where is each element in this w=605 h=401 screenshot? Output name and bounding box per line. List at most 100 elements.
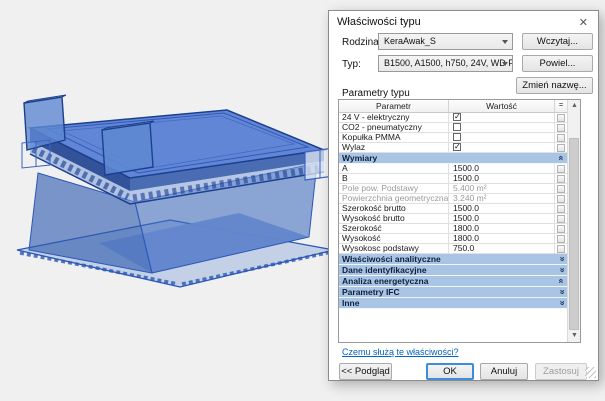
- param-name: Szerokość brutto: [339, 204, 449, 213]
- chevron-up-icon[interactable]: «: [557, 155, 565, 160]
- associate-button-icon: [557, 114, 565, 122]
- param-row: Wysokość brutto1500.0: [339, 214, 567, 224]
- associate-family-parameter-button[interactable]: [555, 113, 567, 122]
- associate-button-icon: [557, 225, 565, 233]
- param-group-row[interactable]: Analiza energetyczna«: [339, 276, 567, 287]
- param-group-row[interactable]: Parametry IFC«: [339, 287, 567, 298]
- param-value-cell[interactable]: 1500.0: [449, 174, 555, 183]
- checkbox-checked[interactable]: ✓: [453, 113, 461, 121]
- param-row: CO2 - pneumatyczny: [339, 123, 567, 133]
- param-name: Wysokość brutto: [339, 214, 449, 223]
- checkbox-checked[interactable]: ✓: [453, 143, 461, 151]
- associate-button-icon: [557, 215, 565, 223]
- associate-family-parameter-button[interactable]: [555, 204, 567, 213]
- resize-grip[interactable]: [585, 367, 596, 378]
- param-name: 24 V - elektryczny: [339, 113, 449, 122]
- scroll-down-arrow-icon[interactable]: ▼: [568, 330, 581, 342]
- param-value-cell[interactable]: 1500.0: [449, 204, 555, 213]
- param-row: Wysokość1800.0: [339, 234, 567, 244]
- load-button[interactable]: Wczytaj...: [522, 33, 593, 50]
- associate-family-parameter-button[interactable]: [555, 234, 567, 243]
- param-group-row[interactable]: Wymiary«: [339, 153, 567, 164]
- param-row: Kopułka PMMA: [339, 133, 567, 143]
- param-name: CO2 - pneumatyczny: [339, 123, 449, 132]
- model-preview-canvas[interactable]: [0, 0, 330, 401]
- type-label: Typ:: [342, 59, 361, 70]
- param-value-cell[interactable]: 1800.0: [449, 234, 555, 243]
- duplicate-button[interactable]: Powiel...: [522, 55, 593, 72]
- associate-button-icon: [557, 235, 565, 243]
- help-link[interactable]: Czemu służą te właściwości?: [342, 347, 459, 357]
- column-header-parameter[interactable]: Parametr: [339, 100, 449, 112]
- group-label: Dane identyfikacyjne: [342, 265, 559, 275]
- param-value-cell[interactable]: 3.240 m²: [449, 194, 555, 203]
- table-header: Parametr Wartość =: [339, 100, 580, 113]
- group-label: Analiza energetyczna: [342, 276, 559, 286]
- ok-button[interactable]: OK: [426, 363, 474, 380]
- chevron-down-icon[interactable]: «: [557, 289, 565, 294]
- associate-family-parameter-button[interactable]: [555, 164, 567, 173]
- chevron-down-icon: [502, 62, 508, 66]
- close-icon[interactable]: ✕: [577, 16, 590, 29]
- dialog-titlebar[interactable]: Właściwości typu ✕: [329, 11, 598, 33]
- param-row: Wylaz✓: [339, 143, 567, 153]
- apply-button[interactable]: Zastosuj: [535, 363, 587, 380]
- cancel-button[interactable]: Anuluj: [480, 363, 528, 380]
- param-value-cell[interactable]: 1800.0: [449, 224, 555, 233]
- param-value-cell[interactable]: 1500.0: [449, 214, 555, 223]
- param-value-cell[interactable]: [449, 123, 555, 132]
- checkbox-unchecked[interactable]: [453, 123, 461, 131]
- associate-family-parameter-button[interactable]: [555, 224, 567, 233]
- param-name: Powierzchnia geometryczna: [339, 194, 449, 203]
- param-value-cell[interactable]: [449, 133, 555, 142]
- param-row: Powierzchnia geometryczna3.240 m²: [339, 194, 567, 204]
- family-label: Rodzina:: [342, 37, 381, 48]
- param-row: Szerokość brutto1500.0: [339, 204, 567, 214]
- param-row: 24 V - elektryczny ✓: [339, 113, 567, 123]
- param-group-row[interactable]: Dane identyfikacyjne«: [339, 265, 567, 276]
- param-value-cell[interactable]: ✓: [449, 143, 555, 152]
- param-group-row[interactable]: Właściwości analityczne«: [339, 254, 567, 265]
- associate-family-parameter-button[interactable]: [555, 214, 567, 223]
- associate-family-parameter-button[interactable]: [555, 174, 567, 183]
- column-header-value[interactable]: Wartość: [449, 100, 555, 112]
- group-label: Inne: [342, 298, 559, 308]
- chevron-down-icon[interactable]: «: [557, 267, 565, 272]
- family-dropdown[interactable]: KeraAwak_S: [378, 33, 513, 50]
- table-scrollbar[interactable]: ▲ ▼: [567, 100, 580, 342]
- param-value-cell[interactable]: 5.400 m²: [449, 184, 555, 193]
- type-dropdown[interactable]: B1500, A1500, h750, 24V, WD PC: [378, 55, 513, 72]
- preview-toggle-button[interactable]: << Podgląd: [339, 363, 392, 380]
- chevron-down-icon[interactable]: «: [557, 300, 565, 305]
- associate-family-parameter-button[interactable]: [555, 123, 567, 132]
- param-name: A: [339, 164, 449, 173]
- param-name: Wysokość: [339, 234, 449, 243]
- associate-button-icon: [557, 195, 565, 203]
- associate-family-parameter-button[interactable]: [555, 244, 567, 253]
- associate-family-parameter-button[interactable]: [555, 133, 567, 142]
- scroll-up-arrow-icon[interactable]: ▲: [568, 100, 581, 112]
- param-value-cell[interactable]: ✓: [449, 113, 555, 122]
- param-name: Pole pow. Podstawy: [339, 184, 449, 193]
- chevron-down-icon[interactable]: «: [557, 256, 565, 261]
- param-value-cell[interactable]: 1500.0: [449, 164, 555, 173]
- type-properties-dialog: Właściwości typu ✕ Rodzina: KeraAwak_S W…: [328, 10, 599, 381]
- param-name: B: [339, 174, 449, 183]
- skylight-3d-model: [2, 85, 338, 297]
- associate-family-parameter-button[interactable]: [555, 184, 567, 193]
- associate-family-parameter-button[interactable]: [555, 194, 567, 203]
- param-value-cell[interactable]: 750.0: [449, 244, 555, 253]
- associate-button-icon: [557, 185, 565, 193]
- type-value: B1500, A1500, h750, 24V, WD PC: [384, 58, 513, 68]
- dialog-title: Właściwości typu: [337, 16, 577, 28]
- associate-button-icon: [557, 124, 565, 132]
- type-parameters-table: Parametr Wartość = 24 V - elektryczny ✓ CO…: [338, 99, 581, 343]
- rename-button[interactable]: Zmień nazwę...: [516, 77, 593, 94]
- scrollbar-thumb[interactable]: [569, 138, 579, 330]
- checkbox-unchecked[interactable]: [453, 133, 461, 141]
- associate-family-parameter-button[interactable]: [555, 143, 567, 152]
- associate-button-icon: [557, 205, 565, 213]
- chevron-up-icon[interactable]: «: [557, 278, 565, 283]
- param-group-row[interactable]: Inne«: [339, 298, 567, 309]
- column-header-associate: =: [555, 100, 567, 112]
